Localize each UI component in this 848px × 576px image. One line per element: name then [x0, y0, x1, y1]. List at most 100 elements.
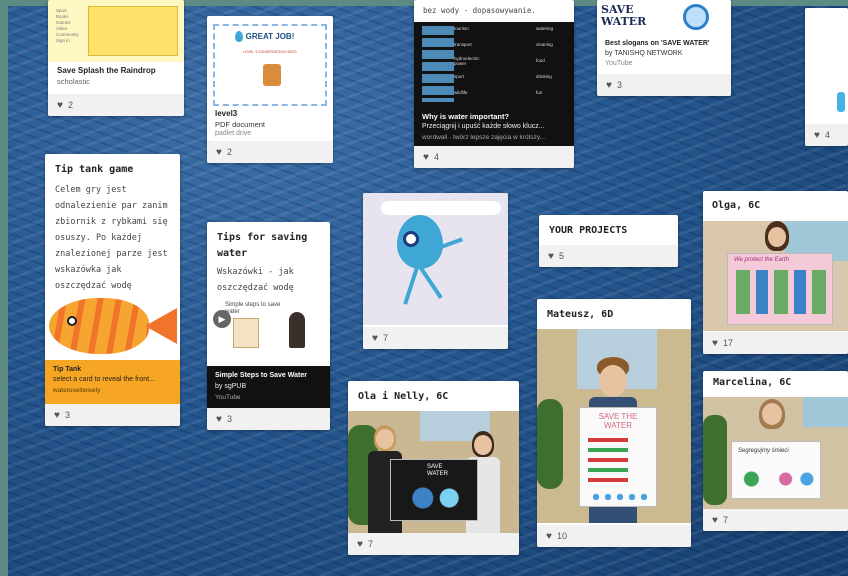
heart-icon[interactable]: ♥: [606, 80, 612, 91]
link-author: by sgPUB: [215, 383, 247, 390]
card-mateusz[interactable]: Mateusz, 6D SAVE THE WATER ♥ 10: [537, 299, 691, 547]
word[interactable]: sport: [454, 74, 464, 79]
image-column: [422, 26, 454, 102]
word[interactable]: food: [536, 58, 545, 63]
heart-icon[interactable]: ♥: [216, 147, 222, 158]
project-photo[interactable]: Segregujmy śmieci: [703, 397, 848, 509]
link-title: Simple Steps to Save Water: [215, 372, 307, 379]
link-band: Simple Steps to Save Water by sgPUB YouT…: [207, 366, 330, 408]
project-photo[interactable]: We protect the Earth: [703, 221, 848, 331]
link-title: Save Splash the Raindrop: [57, 66, 156, 75]
poster-stripes: [588, 438, 628, 488]
like-count: 2: [67, 100, 73, 110]
window-backdrop: [803, 397, 848, 427]
link-description: Przeciągnij i upuść każde słowo klucz...: [422, 123, 545, 130]
play-icon[interactable]: ▶: [213, 310, 231, 328]
banner-text: SAVE WATER: [601, 3, 647, 28]
student-face: [376, 429, 394, 449]
link-source: YouTube: [605, 60, 633, 67]
card-thumbnail: [805, 8, 848, 122]
plant: [537, 399, 563, 489]
heart-icon[interactable]: ♥: [216, 414, 222, 425]
student-face: [762, 403, 782, 425]
card-save-splash[interactable]: Sport Books Games Video Community Sign i…: [48, 0, 184, 116]
card-tips-saving-water[interactable]: Tips for saving water Wskazówki - jak os…: [207, 222, 330, 430]
card-tip-tank-game[interactable]: Tip tank game Celem gry jest odnalezieni…: [45, 154, 180, 426]
link-band: Tip Tank select a card to reveal the fro…: [45, 360, 180, 404]
poster: SAVE WATER: [390, 459, 478, 521]
fish-tail: [145, 308, 177, 344]
card-footer: ♥ 7: [363, 327, 508, 349]
word[interactable]: transport: [454, 42, 472, 47]
word[interactable]: tourism: [454, 26, 469, 31]
link-source: scholastic: [57, 77, 90, 86]
poster-drops: [590, 492, 648, 502]
poster-title: Segregujmy śmieci: [738, 448, 789, 454]
like-count: 7: [382, 333, 388, 343]
certificate-title: GREAT JOB!: [245, 32, 295, 41]
fish-eye: [67, 316, 77, 326]
like-count: 3: [64, 410, 70, 420]
heart-icon[interactable]: ♥: [57, 100, 63, 111]
project-photo[interactable]: SAVE WATER: [348, 411, 519, 533]
card-water-drop[interactable]: ♥ 7: [363, 193, 508, 349]
heart-icon[interactable]: ♥: [548, 251, 554, 262]
card-footer: ♥ 3: [207, 408, 330, 430]
card-footer: ♥ 3: [597, 74, 731, 96]
word[interactable]: wildlife: [454, 90, 468, 95]
like-count: 2: [226, 147, 232, 157]
link-source: YouTube: [215, 394, 241, 401]
link-source: padlet drive: [215, 130, 252, 137]
card-wordwall[interactable]: bez wody - dopasowywanie. tourism wateri…: [414, 0, 574, 168]
heart-icon[interactable]: ♥: [712, 515, 718, 526]
card-thumbnail: SAVE WATER: [597, 0, 731, 36]
card-thumbnail: tourism watering transport cleaning hydr…: [414, 22, 574, 146]
card-footer: ♥ 2: [48, 94, 184, 116]
logo-fragment: [837, 92, 845, 112]
like-count: 17: [722, 338, 733, 348]
card-title: Tip tank game: [55, 164, 134, 175]
poster-art: [740, 466, 816, 492]
word[interactable]: hydroelectric power: [454, 56, 490, 66]
heart-icon[interactable]: ♥: [372, 333, 378, 344]
word[interactable]: fun: [536, 90, 542, 95]
word[interactable]: watering: [536, 26, 553, 31]
heart-icon[interactable]: ♥: [423, 152, 429, 163]
heart-icon[interactable]: ♥: [54, 410, 60, 421]
card-your-projects[interactable]: YOUR PROJECTS ♥ 5: [539, 215, 678, 267]
like-count: 5: [558, 251, 564, 261]
project-photo[interactable]: SAVE THE WATER: [537, 329, 691, 523]
checklist-illustration: [233, 318, 259, 348]
card-body: Celem gry jest odnalezienie par zanim zb…: [55, 185, 168, 291]
like-count: 4: [433, 152, 439, 162]
poster: Segregujmy śmieci: [731, 441, 821, 499]
card-footer: ♥ 2: [207, 141, 333, 163]
drop-icon: [235, 31, 243, 42]
video-thumbnail[interactable]: Simple steps to save water ▶: [207, 302, 330, 352]
card-body: Wskazówki - jak oszczędzać wodę: [217, 267, 294, 293]
heart-icon[interactable]: ♥: [712, 338, 718, 349]
card-olga[interactable]: Olga, 6C We protect the Earth ♥ 17: [703, 191, 848, 354]
heart-icon[interactable]: ♥: [357, 539, 363, 550]
word[interactable]: cleaning: [536, 42, 553, 47]
card-title: Olga, 6C: [712, 200, 761, 211]
fish-illustration: [45, 294, 180, 358]
word[interactable]: drinking: [536, 74, 552, 79]
heart-icon[interactable]: ♥: [814, 130, 820, 141]
card-footer: ♥ 7: [703, 509, 848, 531]
like-count: 7: [722, 515, 728, 525]
card-level3[interactable]: GREAT JOB! LEVEL 3 CONSERVATION HERO lev…: [207, 16, 333, 163]
section-title: YOUR PROJECTS: [549, 225, 628, 236]
like-count: 3: [226, 414, 232, 424]
card-right-top[interactable]: ♥ 4: [805, 8, 848, 146]
poster-title: SAVE WATER: [427, 464, 448, 477]
heart-icon[interactable]: ♥: [546, 531, 552, 542]
game-screen: [88, 6, 178, 56]
student-face: [599, 365, 627, 397]
link-author: by TANISHQ NETWORK: [605, 50, 683, 57]
card-marcelina[interactable]: Marcelina, 6C Segregujmy śmieci ♥ 7: [703, 371, 848, 531]
card-save-water-slogans[interactable]: SAVE WATER Best slogans on 'SAVE WATER' …: [597, 0, 731, 96]
card-ola-nelly[interactable]: Ola i Nelly, 6C SAVE WATER ♥ 7: [348, 381, 519, 555]
link-title: Tip Tank: [53, 366, 82, 373]
like-count: 4: [824, 130, 830, 140]
